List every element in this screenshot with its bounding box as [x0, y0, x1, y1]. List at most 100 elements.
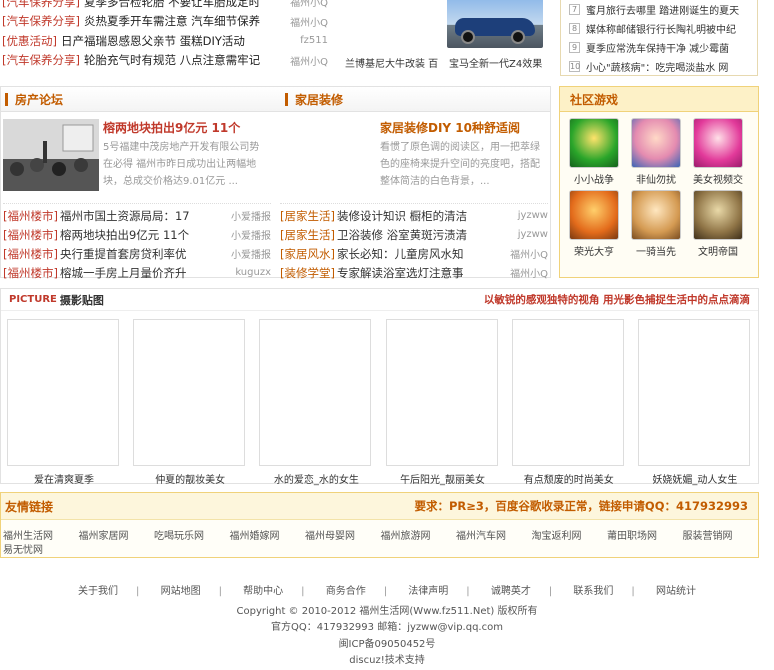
icp-number[interactable]: 闽ICP备09050452号	[0, 637, 774, 654]
category-tag[interactable]: [福州楼市]	[3, 208, 58, 224]
game-name[interactable]: 美女视频交	[687, 171, 749, 186]
game-item[interactable]: 小小战争	[563, 118, 625, 186]
author-name[interactable]: 小爱播报	[231, 246, 271, 261]
author-name[interactable]: fz511	[300, 35, 328, 46]
friend-link[interactable]: 福州母婴网	[305, 527, 381, 542]
photo-item[interactable]: 爱在清爽夏季	[7, 319, 121, 486]
news-link[interactable]: 福州市国土资源局局：17	[60, 208, 190, 224]
list-item[interactable]: 10 小心"蔬核病"：吃完喝淡盐水 网	[561, 57, 757, 76]
photo-caption[interactable]: 有点颓废的时尚美女	[512, 471, 626, 486]
powered-by[interactable]: discuz!技术支持	[0, 653, 774, 670]
list-item[interactable]: [汽车保养分享] 炎热夏季开车需注意 汽车细节保养 福州小Q	[2, 12, 328, 32]
footer-link[interactable]: 网站地图	[152, 586, 210, 597]
game-name[interactable]: 小小战争	[563, 171, 625, 186]
feature-title[interactable]: 榕两地块拍出9亿元 11个	[103, 119, 267, 136]
category-tag[interactable]: [汽车保养分享]	[2, 13, 80, 29]
list-item[interactable]: [装修学堂] 专家解读浴室选灯注意事 福州小Q	[280, 263, 548, 282]
game-item[interactable]: 文明帝国	[687, 190, 749, 258]
category-tag[interactable]: [居家生活]	[280, 208, 335, 224]
news-link[interactable]: 央行重提首套房贷利率优	[60, 246, 187, 262]
list-item[interactable]: [居家生活] 装修设计知识 橱柜的清洁 jyzww	[280, 206, 548, 225]
game-icon-video[interactable]	[693, 118, 743, 168]
news-link[interactable]: 蜜月旅行去哪里 踏进刚诞生的夏天	[586, 2, 739, 17]
list-item[interactable]: 8 媒体称邮储银行行长陶礼明被中纪	[561, 19, 757, 38]
author-name[interactable]: 小爱播报	[231, 227, 271, 242]
friend-link[interactable]: 淘宝返利网	[532, 527, 608, 542]
photo-frame[interactable]	[133, 319, 246, 466]
friend-link[interactable]: 福州生活网	[3, 527, 79, 542]
game-icon-tycoon[interactable]	[569, 190, 619, 240]
list-item[interactable]: [福州楼市] 央行重提首套房贷利率优 小爱播报	[3, 244, 271, 263]
friend-link[interactable]: 福州汽车网	[456, 527, 532, 542]
photo-frame[interactable]	[511, 319, 624, 466]
photo-caption[interactable]: 午后阳光_靓丽美女	[386, 471, 500, 486]
news-link[interactable]: 夏季多合检轮胎 不要让车胎成定时	[84, 0, 260, 10]
author-name[interactable]: 福州小Q	[290, 14, 328, 29]
photo-frame[interactable]	[385, 319, 498, 466]
game-icon-fairy[interactable]	[631, 118, 681, 168]
list-item[interactable]: [家居风水] 家长必知：儿童房风水知 福州小Q	[280, 244, 548, 263]
section-title-deco[interactable]: 家居装修	[295, 91, 343, 108]
news-link[interactable]: 卫浴装修 浴室黄斑污渍清	[337, 227, 467, 243]
photo-item[interactable]: 有点颓废的时尚美女	[511, 319, 626, 486]
list-item[interactable]: [福州楼市] 榕两地块拍出9亿元 11个 小爱播报	[3, 225, 271, 244]
author-name[interactable]: 小爱播报	[231, 208, 271, 223]
photo-item[interactable]: 妖娆妩媚_动人女生	[637, 319, 752, 486]
photo-item[interactable]: 水的爱恋_水的女生	[259, 319, 373, 486]
footer-link[interactable]: 联系我们	[564, 586, 622, 597]
footer-link[interactable]: 网站统计	[647, 586, 705, 597]
picture-caption[interactable]: 兰博基尼大牛改装 百	[345, 55, 438, 70]
list-item[interactable]: [福州楼市] 福州市国土资源局局：17 小爱播报	[3, 206, 271, 225]
game-name[interactable]: 荣光大亨	[563, 243, 625, 258]
section-title-games[interactable]: 社区游戏	[570, 91, 618, 108]
author-name[interactable]: jyzww	[518, 229, 548, 240]
auction-photo[interactable]	[3, 119, 99, 191]
category-tag[interactable]: [装修学堂]	[280, 265, 335, 281]
category-tag[interactable]: [优惠活动]	[2, 33, 57, 49]
author-name[interactable]: 福州小Q	[290, 0, 328, 9]
category-tag[interactable]: [福州楼市]	[3, 246, 58, 262]
news-link[interactable]: 小心"蔬核病"：吃完喝淡盐水 网	[586, 59, 728, 74]
author-name[interactable]: jyzww	[518, 210, 548, 221]
news-link[interactable]: 媒体称邮储银行行长陶礼明被中纪	[586, 21, 736, 36]
news-link[interactable]: 榕两地块拍出9亿元 11个	[60, 227, 189, 243]
author-name[interactable]: 福州小Q	[290, 53, 328, 68]
news-link[interactable]: 日产福瑞恩感恩父亲节 蛋糕DIY活动	[61, 33, 245, 49]
category-tag[interactable]: [福州楼市]	[3, 227, 58, 243]
game-name[interactable]: 一骑当先	[625, 243, 687, 258]
news-link[interactable]: 专家解读浴室选灯注意事	[337, 265, 464, 281]
photo-caption[interactable]: 仲夏的靓妆美女	[133, 471, 247, 486]
footer-link[interactable]: 商务合作	[317, 586, 375, 597]
friend-link[interactable]: 福州婚嫁网	[230, 527, 306, 542]
news-link[interactable]: 轮胎充气时有规范 八点注意需牢记	[84, 52, 260, 68]
list-item[interactable]: 7 蜜月旅行去哪里 踏进刚诞生的夏天	[561, 0, 757, 19]
footer-link[interactable]: 关于我们	[69, 586, 127, 597]
category-tag[interactable]: [居家生活]	[280, 227, 335, 243]
news-link[interactable]: 装修设计知识 橱柜的清洁	[337, 208, 467, 224]
list-item[interactable]: 9 夏季应常洗车保持干净 减少霉菌	[561, 38, 757, 57]
category-tag[interactable]: [汽车保养分享]	[2, 0, 80, 10]
photo-item[interactable]: 午后阳光_靓丽美女	[385, 319, 500, 486]
photo-caption[interactable]: 爱在清爽夏季	[7, 471, 121, 486]
photo-item[interactable]: 仲夏的靓妆美女	[133, 319, 247, 486]
list-item[interactable]: [居家生活] 卫浴装修 浴室黄斑污渍清 jyzww	[280, 225, 548, 244]
category-tag[interactable]: [汽车保养分享]	[2, 52, 80, 68]
friend-link[interactable]: 服装营销网	[683, 527, 759, 542]
news-link[interactable]: 炎热夏季开车需注意 汽车细节保养	[84, 13, 260, 29]
footer-link[interactable]: 法律声明	[399, 586, 457, 597]
category-tag[interactable]: [福州楼市]	[3, 265, 58, 281]
news-link[interactable]: 夏季应常洗车保持干净 减少霉菌	[586, 40, 729, 55]
game-item[interactable]: 非仙勿扰	[625, 118, 687, 186]
game-item[interactable]: 美女视频交	[687, 118, 749, 186]
game-item[interactable]: 一骑当先	[625, 190, 687, 258]
friend-link[interactable]: 易无忧网	[3, 541, 79, 556]
feature-title[interactable]: 家居装修DIY 10种舒适阅	[380, 119, 548, 136]
news-link[interactable]: 家长必知：儿童房风水知	[337, 246, 464, 262]
list-item[interactable]: [优惠活动] 日产福瑞恩感恩父亲节 蛋糕DIY活动 fz511	[2, 31, 328, 51]
author-name[interactable]: 福州小Q	[510, 265, 548, 280]
friend-link[interactable]: 福州家居网	[79, 527, 155, 542]
friend-link[interactable]: 吃喝玩乐网	[154, 527, 230, 542]
news-link[interactable]: 榕城一手房上月量价齐升	[60, 265, 187, 281]
author-name[interactable]: kuguzx	[235, 267, 271, 278]
photo-frame[interactable]	[7, 319, 119, 466]
